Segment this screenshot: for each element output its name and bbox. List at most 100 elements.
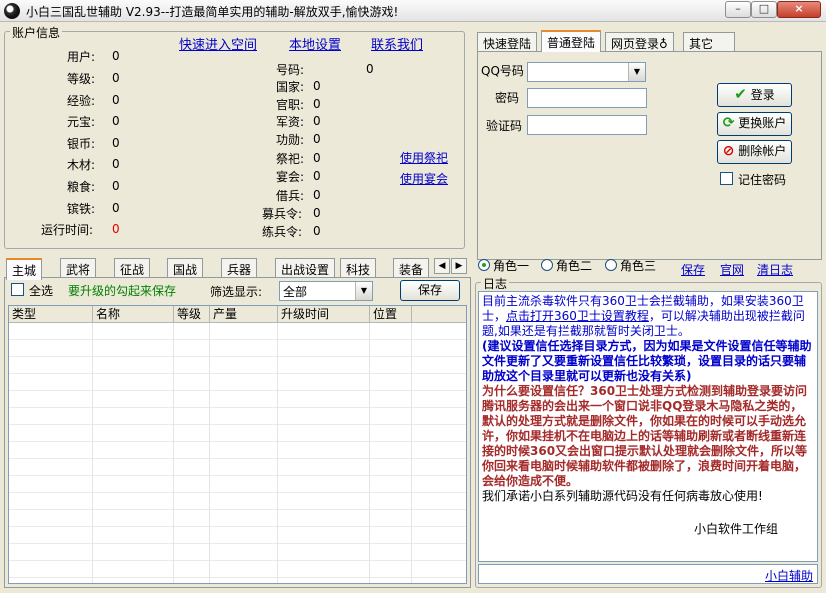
sacrifice-label: 祭祀: bbox=[276, 152, 305, 166]
official-value: 0 bbox=[313, 97, 321, 111]
role-2-radio[interactable] bbox=[541, 259, 553, 271]
log-entry-360: 目前主流杀毒软件只有360卫士会拦截辅助，如果安装360卫士，点击打开360卫士… bbox=[482, 294, 805, 338]
tab-generals[interactable]: 武将 bbox=[60, 258, 97, 278]
clear-log-link[interactable]: 清日志 bbox=[757, 261, 793, 278]
country-value: 0 bbox=[313, 79, 321, 93]
log-entry-why-trust: 为什么要设置信任？360卫士处理方式检测到辅助登录要访问腾讯服务器的会出来一个窗… bbox=[482, 384, 808, 488]
borrow-troops-label: 借兵: bbox=[276, 189, 305, 203]
maximize-button[interactable]: □ bbox=[751, 1, 777, 18]
merit-value: 0 bbox=[313, 132, 321, 146]
title-bar: 小白三国乱世辅助 V2.93--打造最简单实用的辅助-解放双手,愉快游戏! – … bbox=[0, 0, 826, 22]
merit-label: 功勋: bbox=[276, 133, 305, 147]
number-value: 0 bbox=[366, 62, 374, 76]
banquet-label: 宴会: bbox=[276, 170, 305, 184]
use-banquet-link[interactable]: 使用宴会 bbox=[400, 170, 448, 187]
level-value: 0 bbox=[112, 71, 120, 85]
role-1-label: 角色一 bbox=[493, 259, 530, 273]
chevron-down-icon[interactable]: ▼ bbox=[628, 63, 645, 81]
col-upgrade-time[interactable]: 升级时间 bbox=[278, 306, 370, 323]
captcha-label: 验证码 bbox=[486, 119, 523, 133]
log-entry-promise: 我们承诺小白系列辅助源代码没有任何病毒放心使用! bbox=[482, 489, 763, 503]
tab-weapons[interactable]: 兵器 bbox=[221, 258, 258, 278]
country-label: 国家: bbox=[276, 80, 305, 94]
food-label: 粮食: bbox=[67, 180, 96, 194]
user-value: 0 bbox=[112, 49, 120, 63]
banquet-value: 0 bbox=[313, 169, 321, 183]
save-link[interactable]: 保存 bbox=[681, 261, 705, 278]
select-all-label: 全选 bbox=[29, 284, 54, 298]
ingot-label: 元宝: bbox=[67, 115, 96, 129]
runtime-label: 运行时间: bbox=[41, 223, 94, 237]
delete-account-button[interactable]: ⊘ 删除帐户 bbox=[717, 140, 792, 164]
log-textarea[interactable]: 目前主流杀毒软件只有360卫士会拦截辅助，如果安装360卫士，点击打开360卫士… bbox=[478, 291, 818, 562]
minimize-button[interactable]: – bbox=[725, 1, 751, 18]
refresh-icon: ⟳ bbox=[722, 115, 735, 131]
tab-campaign[interactable]: 征战 bbox=[114, 258, 151, 278]
user-label: 用户: bbox=[67, 50, 96, 64]
xiaobai-link[interactable]: 小白辅助 bbox=[765, 567, 813, 584]
filter-select[interactable]: 全部 ▼ bbox=[279, 281, 373, 301]
wood-value: 0 bbox=[112, 157, 120, 171]
use-sacrifice-link[interactable]: 使用祭祀 bbox=[400, 149, 448, 166]
save-filter-button[interactable]: 保存 bbox=[400, 280, 460, 301]
remember-password-label: 记住密码 bbox=[738, 173, 787, 187]
tab-scroll-left-icon[interactable]: ◀ bbox=[434, 258, 450, 274]
360-tutorial-link[interactable]: 点击打开360卫士设置教程 bbox=[506, 309, 649, 323]
tab-other[interactable]: 其它 bbox=[683, 32, 735, 52]
tab-equipment[interactable]: 装备 bbox=[393, 258, 430, 278]
col-type[interactable]: 类型 bbox=[9, 306, 93, 323]
select-all-checkbox[interactable] bbox=[11, 283, 24, 296]
switch-account-button[interactable]: ⟳ 更换账户 bbox=[717, 112, 792, 136]
password-input[interactable] bbox=[527, 88, 647, 108]
main-tabstrip: 主城 武将 征战 国战 兵器 出战设置 科技 装备 ◀ ▶ bbox=[4, 258, 469, 280]
train-order-label: 练兵令: bbox=[262, 225, 303, 239]
table-header: 类型 名称 等级 产量 升级时间 位置 bbox=[9, 306, 466, 323]
tab-nation-war[interactable]: 国战 bbox=[167, 258, 204, 278]
qq-label: QQ号码 bbox=[481, 64, 524, 78]
role-3-label: 角色三 bbox=[620, 259, 657, 273]
tab-main-city[interactable]: 主城 bbox=[6, 258, 43, 280]
switch-account-label: 更换账户 bbox=[738, 116, 787, 130]
role-3-radio[interactable] bbox=[605, 259, 617, 271]
local-settings-link[interactable]: 本地设置 bbox=[289, 34, 341, 53]
tab-normal-login[interactable]: 普通登陆 bbox=[541, 30, 602, 52]
tab-scroll-right-icon[interactable]: ▶ bbox=[451, 258, 467, 274]
captcha-input[interactable] bbox=[527, 115, 647, 135]
tab-battle-settings[interactable]: 出战设置 bbox=[275, 258, 336, 278]
building-table[interactable]: 类型 名称 等级 产量 升级时间 位置 bbox=[8, 305, 467, 584]
sacrifice-value: 0 bbox=[313, 151, 321, 165]
col-output[interactable]: 产量 bbox=[210, 306, 278, 323]
password-label: 密码 bbox=[495, 91, 520, 105]
exp-value: 0 bbox=[112, 93, 120, 107]
tab-quick-login[interactable]: 快速登陆 bbox=[477, 32, 538, 52]
runtime-value: 0 bbox=[112, 222, 120, 236]
contact-us-link[interactable]: 联系我们 bbox=[371, 34, 423, 53]
log-title: 日志 bbox=[481, 275, 510, 292]
col-name[interactable]: 名称 bbox=[93, 306, 174, 323]
tab-technology[interactable]: 科技 bbox=[340, 258, 377, 278]
table-body bbox=[9, 323, 466, 583]
qq-select[interactable]: ▼ bbox=[527, 62, 646, 82]
borrow-troops-value: 0 bbox=[313, 188, 321, 202]
filter-value: 全部 bbox=[283, 285, 308, 299]
filter-label: 筛选显示: bbox=[210, 285, 263, 299]
role-1-radio[interactable] bbox=[478, 259, 490, 271]
remember-password-checkbox[interactable] bbox=[720, 172, 733, 185]
upgrade-hint-label: 要升级的勾起来保存 bbox=[68, 284, 177, 298]
col-position[interactable]: 位置 bbox=[370, 306, 412, 323]
app-icon bbox=[4, 3, 20, 19]
col-level[interactable]: 等级 bbox=[174, 306, 210, 323]
tab-web-login[interactable]: 网页登录♁ bbox=[605, 32, 674, 52]
chevron-down-icon[interactable]: ▼ bbox=[355, 282, 372, 300]
level-label: 等级: bbox=[67, 72, 96, 86]
log-signature: 小白软件工作组 bbox=[693, 522, 778, 536]
prohibited-icon: ⊘ bbox=[722, 143, 735, 159]
window-title: 小白三国乱世辅助 V2.93--打造最简单实用的辅助-解放双手,愉快游戏! bbox=[26, 5, 399, 19]
official-site-link[interactable]: 官网 bbox=[720, 261, 744, 278]
wood-label: 木材: bbox=[67, 158, 96, 172]
number-label: 号码: bbox=[276, 63, 305, 77]
quick-space-link[interactable]: 快速进入空间 bbox=[179, 34, 257, 53]
login-button[interactable]: ✔ 登录 bbox=[717, 83, 792, 107]
close-button[interactable]: × bbox=[777, 1, 821, 18]
silver-value: 0 bbox=[112, 136, 120, 150]
